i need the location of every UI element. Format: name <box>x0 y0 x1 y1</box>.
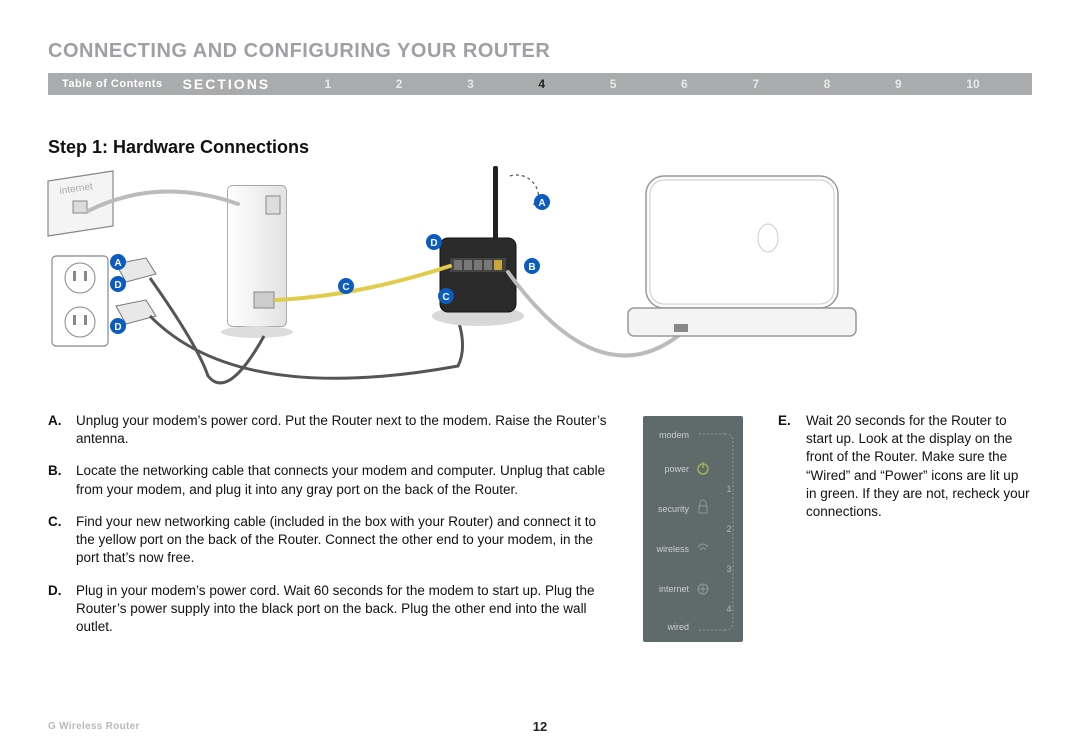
svg-text:1: 1 <box>726 484 731 494</box>
nav-section-3[interactable]: 3 <box>461 75 480 93</box>
svg-text:wireless: wireless <box>655 544 689 554</box>
step-text: Locate the networking cable that connect… <box>76 462 608 498</box>
yellow-cable-icon <box>276 266 450 300</box>
nav-sections-label: SECTIONS <box>177 76 283 92</box>
step-letter: A. <box>48 412 76 448</box>
svg-text:modem: modem <box>659 430 689 440</box>
nav-toc-link[interactable]: Table of Contents <box>48 78 177 90</box>
step-text: Find your new networking cable (included… <box>76 513 608 568</box>
svg-text:C: C <box>342 282 349 293</box>
svg-text:3: 3 <box>726 564 731 574</box>
step-heading: Step 1: Hardware Connections <box>48 137 1032 158</box>
nav-section-9[interactable]: 9 <box>889 75 908 93</box>
list-item: A. Unplug your modem’s power cord. Put t… <box>48 412 608 448</box>
nav-section-7[interactable]: 7 <box>746 75 765 93</box>
nav-section-4[interactable]: 4 <box>532 75 551 93</box>
step-letter: C. <box>48 513 76 568</box>
svg-text:B: B <box>528 262 535 273</box>
nav-section-numbers: 1 2 3 4 5 6 7 8 9 10 <box>282 75 1032 93</box>
list-item: E. Wait 20 seconds for the Router to sta… <box>778 412 1032 521</box>
step-letter: B. <box>48 462 76 498</box>
nav-section-5[interactable]: 5 <box>604 75 623 93</box>
nav-section-6[interactable]: 6 <box>675 75 694 93</box>
svg-text:D: D <box>114 280 121 291</box>
nav-section-2[interactable]: 2 <box>390 75 409 93</box>
step-letter: D. <box>48 582 76 637</box>
svg-text:A: A <box>538 198 545 209</box>
svg-text:power: power <box>664 464 689 474</box>
step-text: Wait 20 seconds for the Router to start … <box>806 412 1032 521</box>
svg-text:4: 4 <box>726 604 731 614</box>
instruction-list-right: E. Wait 20 seconds for the Router to sta… <box>778 412 1032 521</box>
step-text: Unplug your modem’s power cord. Put the … <box>76 412 608 448</box>
hardware-diagram: internet A D D <box>48 176 1032 406</box>
nav-section-8[interactable]: 8 <box>818 75 837 93</box>
laptop-icon <box>628 176 856 336</box>
svg-text:internet: internet <box>659 584 690 594</box>
router-status-panel-icon: modem power security wireless internet w… <box>643 416 743 642</box>
svg-text:D: D <box>114 322 121 333</box>
power-cord-icon <box>150 314 463 378</box>
list-item: C. Find your new networking cable (inclu… <box>48 513 608 568</box>
svg-text:D: D <box>430 238 437 249</box>
instruction-list-left: A. Unplug your modem’s power cord. Put t… <box>48 412 608 636</box>
power-outlet-icon <box>52 256 108 346</box>
footer-page-number: 12 <box>533 719 547 734</box>
svg-text:security: security <box>658 504 690 514</box>
step-text: Plug in your modem’s power cord. Wait 60… <box>76 582 608 637</box>
nav-section-1[interactable]: 1 <box>318 75 337 93</box>
list-item: D. Plug in your modem’s power cord. Wait… <box>48 582 608 637</box>
footer-product-name: G Wireless Router <box>48 721 140 732</box>
svg-text:wired: wired <box>666 622 689 632</box>
svg-text:2: 2 <box>726 524 731 534</box>
section-navbar: Table of Contents SECTIONS 1 2 3 4 5 6 7… <box>48 73 1032 95</box>
svg-text:A: A <box>114 258 121 269</box>
chapter-title: CONNECTING AND CONFIGURING YOUR ROUTER <box>48 40 1032 63</box>
list-item: B. Locate the networking cable that conn… <box>48 462 608 498</box>
page-footer: G Wireless Router 12 <box>48 721 1032 732</box>
step-letter: E. <box>778 412 806 521</box>
nav-section-10[interactable]: 10 <box>960 75 985 93</box>
svg-text:C: C <box>442 292 449 303</box>
modem-icon <box>221 186 293 338</box>
